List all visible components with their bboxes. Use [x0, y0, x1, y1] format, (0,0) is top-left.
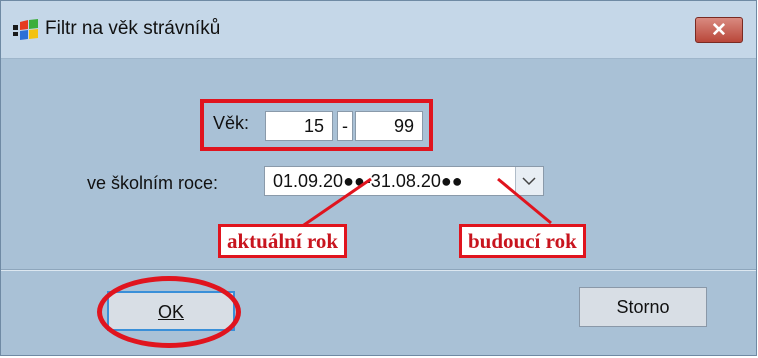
age-label: Věk:	[213, 113, 250, 133]
age-separator: -	[337, 111, 353, 141]
annotation-current-year: aktuální rok	[218, 224, 348, 258]
annotation-next-year: budoucí rok	[459, 224, 586, 258]
age-from-input[interactable]: 15	[265, 111, 333, 141]
age-separator-text: -	[342, 116, 348, 136]
cancel-button[interactable]: Storno	[579, 287, 707, 327]
school-year-value: 01.09.20●●-31.08.20●●	[273, 171, 463, 191]
age-from-value: 15	[303, 116, 324, 136]
school-year-label: ve školním roce:	[87, 173, 219, 193]
school-year-select[interactable]: 01.09.20●●-31.08.20●●	[264, 166, 544, 196]
ok-highlight-ellipse	[97, 276, 241, 348]
age-to-input[interactable]: 99	[355, 111, 423, 141]
close-button[interactable]: ✕	[695, 17, 743, 43]
divider	[1, 269, 756, 271]
cancel-button-label: Storno	[616, 297, 670, 317]
dialog-window: Filtr na věk strávníků ✕ Věk: 15 - 99 ve…	[0, 0, 757, 356]
chevron-down-icon[interactable]	[515, 167, 543, 195]
title-bar: Filtr na věk strávníků ✕	[1, 1, 756, 59]
window-title: Filtr na věk strávníků	[45, 18, 221, 39]
age-to-value: 99	[393, 116, 414, 136]
app-icon	[13, 19, 39, 41]
close-icon: ✕	[711, 20, 727, 41]
